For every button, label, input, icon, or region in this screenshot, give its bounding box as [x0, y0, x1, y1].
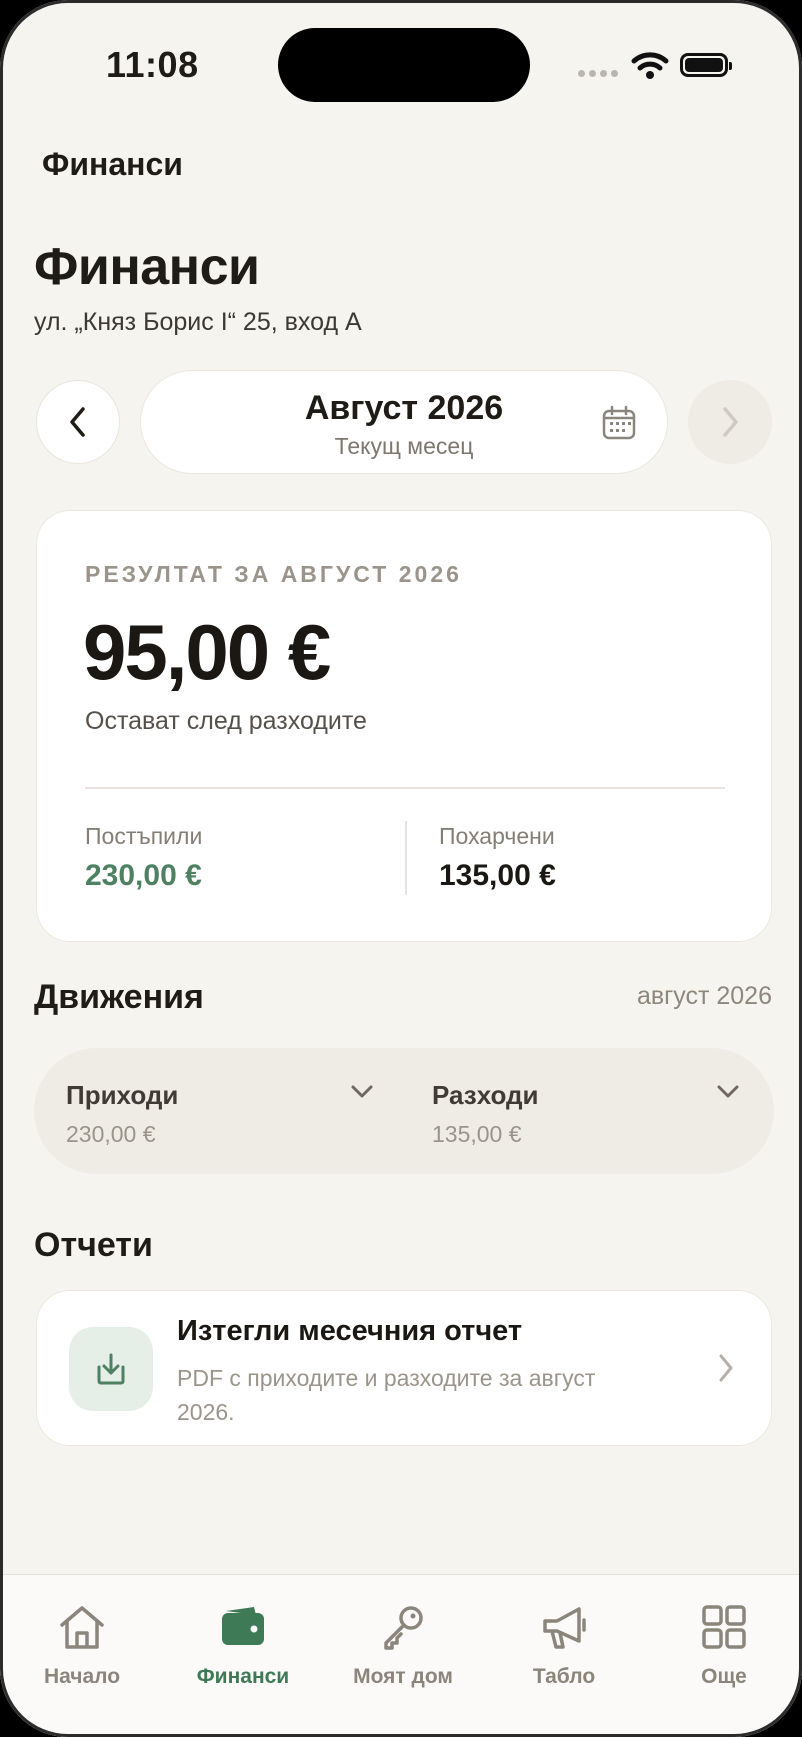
- dynamic-island: [278, 28, 530, 102]
- month-selector[interactable]: Август 2026 Текущ месец: [140, 370, 668, 474]
- expense-label: Похарчени: [439, 823, 555, 849]
- summary-subtitle: Остават след разходите: [85, 707, 367, 735]
- chevron-right-icon: [719, 1354, 733, 1382]
- tab-more-label: Още: [701, 1665, 747, 1688]
- app-screen: 11:08 Финанси Финанси ул. „Княз Борис I“…: [0, 0, 802, 1737]
- battery-icon: [680, 53, 732, 77]
- tab-my-home[interactable]: Моят дом: [333, 1601, 473, 1689]
- chevron-down-icon[interactable]: [716, 1084, 740, 1100]
- summary-divider: [85, 787, 725, 789]
- previous-month-button[interactable]: [36, 380, 120, 464]
- month-label: Август 2026: [304, 389, 504, 427]
- chevron-right-icon: [723, 407, 738, 437]
- tab-board[interactable]: Табло: [494, 1601, 634, 1689]
- tab-home-label: Начало: [43, 1665, 121, 1688]
- tab-finances[interactable]: Финанси: [173, 1601, 313, 1689]
- income-toggle-label: Приходи: [66, 1080, 179, 1110]
- tab-my-home-label: Моят дом: [353, 1665, 453, 1688]
- movements-title: Движения: [34, 978, 204, 1016]
- report-description: PDF с приходите и разходите за август 20…: [177, 1365, 596, 1425]
- chevron-left-icon: [70, 407, 85, 437]
- expense-toggle-value: 135,00 €: [432, 1121, 522, 1147]
- tab-home[interactable]: Начало: [12, 1601, 152, 1689]
- summary-label: РЕЗУЛТАТ ЗА АВГУСТ 2026: [85, 561, 462, 587]
- tab-more[interactable]: Още: [654, 1601, 794, 1689]
- column-divider: [405, 821, 407, 895]
- wifi-icon: [631, 52, 669, 79]
- calendar-icon[interactable]: [601, 405, 637, 441]
- reports-title: Отчети: [34, 1226, 153, 1264]
- movements-segment: Приходи 230,00 € Разходи 135,00 €: [34, 1048, 774, 1174]
- key-icon: [384, 1606, 423, 1650]
- summary-amount: 95,00 €: [83, 608, 331, 696]
- movements-month: август 2026: [636, 982, 772, 1010]
- nav-title: Финанси: [42, 146, 183, 182]
- wallet-icon: [222, 1607, 264, 1645]
- megaphone-icon: [543, 1607, 586, 1649]
- income-label: Постъпили: [85, 823, 203, 849]
- tab-finances-label: Финанси: [196, 1665, 290, 1688]
- page-title: Финанси: [34, 238, 260, 296]
- expense-toggle-label: Разходи: [432, 1080, 539, 1110]
- summary-card: РЕЗУЛТАТ ЗА АВГУСТ 2026 95,00 € Остават …: [36, 510, 772, 942]
- next-month-button[interactable]: [688, 380, 772, 464]
- home-icon: [60, 1606, 104, 1649]
- signal-icon: [578, 70, 618, 77]
- expense-toggle[interactable]: Разходи 135,00 €: [432, 1080, 539, 1148]
- tab-bar: Начало Финанси Моят дом Табло Още: [0, 1574, 802, 1737]
- report-title: Изтегли месечния отчет: [177, 1315, 523, 1347]
- grid-icon: [702, 1605, 746, 1649]
- income-toggle-value: 230,00 €: [66, 1121, 156, 1147]
- download-report-card[interactable]: Изтегли месечния отчет PDF с приходите и…: [36, 1290, 772, 1446]
- income-value: 230,00 €: [85, 859, 202, 892]
- tab-board-label: Табло: [532, 1665, 596, 1688]
- chevron-down-icon[interactable]: [350, 1084, 374, 1100]
- income-toggle[interactable]: Приходи 230,00 €: [66, 1080, 178, 1148]
- expense-value: 135,00 €: [439, 859, 556, 892]
- address-text: ул. „Княз Борис I“ 25, вход А: [34, 308, 362, 336]
- status-time: 11:08: [106, 44, 199, 85]
- month-subtitle: Текущ месец: [334, 433, 474, 459]
- download-icon: [69, 1327, 153, 1411]
